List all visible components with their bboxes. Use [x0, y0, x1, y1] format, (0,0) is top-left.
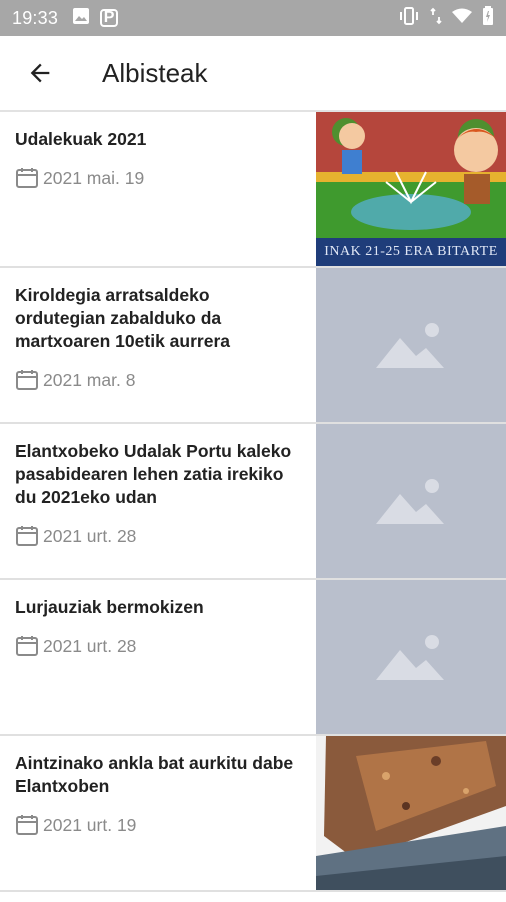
- news-title: Aintzinako ankla bat aurkitu dabe Elantx…: [15, 753, 294, 796]
- news-item[interactable]: Aintzinako ankla bat aurkitu dabe Elantx…: [0, 736, 506, 892]
- news-title: Elantxobeko Udalak Portu kaleko pasabide…: [15, 441, 292, 507]
- status-bar: 19:33 P: [0, 0, 506, 36]
- news-item[interactable]: Udalekuak 2021 2021 mai. 19 INAK 21-25 E…: [0, 112, 506, 268]
- calendar-icon: [16, 370, 38, 390]
- news-date: 2021 mai. 19: [15, 167, 302, 189]
- news-title: Udalekuak 2021: [15, 129, 147, 149]
- image-icon: [72, 7, 90, 30]
- image-placeholder-icon: [376, 635, 444, 680]
- news-title: Kiroldegia arratsaldeko ordutegian zabal…: [15, 285, 230, 351]
- image-placeholder: [316, 580, 506, 734]
- data-arrows-icon: [430, 7, 442, 30]
- calendar-icon: [16, 636, 38, 656]
- calendar-icon: [16, 168, 38, 188]
- page-title: Albisteak: [102, 57, 208, 88]
- image-placeholder-icon: [376, 479, 444, 524]
- news-date: 2021 urt. 28: [15, 635, 302, 657]
- image-placeholder: [316, 424, 506, 578]
- calendar-icon: [16, 526, 38, 546]
- image-placeholder-icon: [376, 323, 444, 368]
- vibrate-icon: [398, 6, 420, 30]
- image-placeholder: [316, 268, 506, 422]
- back-button[interactable]: [0, 35, 80, 111]
- news-thumbnail: INAK 21-25 ERA BITARTE: [316, 112, 506, 266]
- wifi-icon: [452, 8, 472, 29]
- news-date: 2021 urt. 19: [15, 814, 302, 836]
- news-list: Udalekuak 2021 2021 mai. 19 INAK 21-25 E…: [0, 112, 506, 902]
- news-date: 2021 mar. 8: [15, 369, 302, 391]
- news-thumbnail: [316, 736, 506, 890]
- app-bar: Albisteak: [0, 36, 506, 112]
- news-date: 2021 urt. 28: [15, 525, 302, 547]
- p-app-icon: P: [100, 9, 119, 27]
- news-item[interactable]: Lurjauziak bermokizen 2021 urt. 28: [0, 580, 506, 736]
- news-item[interactable]: Kiroldegia arratsaldeko ordutegian zabal…: [0, 268, 506, 424]
- arrow-back-icon: [30, 63, 50, 83]
- thumbnail-banner-text: INAK 21-25 ERA BITARTE: [324, 244, 498, 259]
- list-end-divider: [0, 892, 506, 902]
- news-title: Lurjauziak bermokizen: [15, 597, 204, 617]
- status-time: 19:33: [12, 7, 59, 28]
- calendar-icon: [16, 815, 38, 835]
- news-item[interactable]: Elantxobeko Udalak Portu kaleko pasabide…: [0, 424, 506, 580]
- battery-icon: [482, 5, 494, 31]
